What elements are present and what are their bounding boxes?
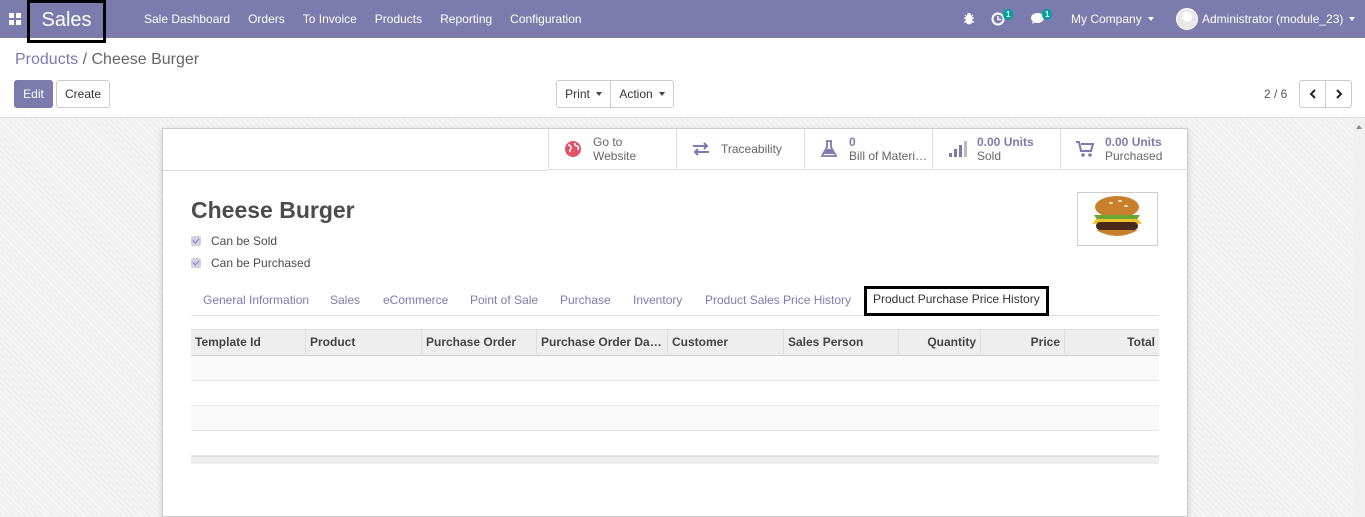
tab-product-sales-price-history[interactable]: Product Sales Price History: [705, 293, 851, 307]
menu-products[interactable]: Products: [375, 12, 422, 26]
chevron-left-icon: [1309, 89, 1316, 99]
product-name: Cheese Burger: [191, 197, 355, 223]
column-product[interactable]: Product: [306, 330, 422, 356]
menu-orders[interactable]: Orders: [248, 12, 285, 26]
menu-configuration[interactable]: Configuration: [510, 12, 581, 26]
product-image[interactable]: [1077, 192, 1158, 246]
breadcrumb: Products / Cheese Burger: [15, 51, 199, 69]
top-navbar: Sales Sale Dashboard Orders To Invoice P…: [0, 0, 1365, 43]
globe-icon: [565, 141, 581, 157]
print-dropdown[interactable]: Print: [556, 80, 611, 108]
pager-value[interactable]: 2 / 6: [1264, 87, 1287, 101]
action-label: Action: [619, 87, 653, 101]
main-menu: Sale Dashboard Orders To Invoice Product…: [144, 0, 600, 38]
company-name: My Company: [1071, 12, 1142, 26]
chevron-right-icon: [1335, 89, 1342, 99]
notebook-tabs: General Information Sales eCommerce Poin…: [191, 284, 1159, 316]
column-template-id[interactable]: Template Id: [191, 330, 306, 356]
units-sold-value: 0.00 Units: [977, 135, 1034, 149]
pager-next-button[interactable]: [1325, 80, 1352, 108]
column-quantity[interactable]: Quantity: [899, 330, 981, 356]
can-be-sold-checkbox[interactable]: [191, 236, 201, 246]
tab-purchase[interactable]: Purchase: [560, 293, 611, 307]
chevron-down-icon: [658, 92, 665, 96]
company-switcher[interactable]: My Company: [1071, 0, 1154, 38]
column-purchase-order[interactable]: Purchase Order: [422, 330, 537, 356]
create-button[interactable]: Create: [56, 80, 110, 108]
apps-grid-icon[interactable]: [9, 13, 21, 25]
units-purchased-label: Purchased: [1105, 149, 1163, 163]
vertical-scrollbar[interactable]: [1353, 118, 1365, 517]
shopping-cart-icon: [1076, 141, 1095, 157]
edit-button[interactable]: Edit: [14, 80, 53, 108]
menu-reporting[interactable]: Reporting: [440, 12, 492, 26]
messages-icon[interactable]: [1030, 0, 1045, 38]
units-purchased-button[interactable]: 0.00 Units Purchased: [1060, 129, 1188, 170]
tab-point-of-sale[interactable]: Point of Sale: [470, 293, 538, 307]
breadcrumb-products-link[interactable]: Products: [15, 51, 78, 68]
action-dropdown[interactable]: Action: [610, 80, 674, 108]
bill-of-materials-button[interactable]: 0 Bill of Materi…: [804, 129, 932, 170]
table-row: [191, 356, 1159, 381]
purchase-price-history-table: Template Id Product Purchase Order Purch…: [191, 329, 1159, 464]
traceability-button[interactable]: Traceability: [676, 129, 804, 170]
column-total[interactable]: Total: [1065, 330, 1159, 356]
avatar: [1176, 8, 1198, 30]
go-to-website-button[interactable]: Go to Website: [548, 129, 676, 170]
chevron-down-icon: [1349, 17, 1356, 21]
units-purchased-value: 0.00 Units: [1105, 135, 1162, 149]
column-purchase-order-date[interactable]: Purchase Order Dat…: [537, 330, 668, 356]
user-menu[interactable]: Administrator (module_23): [1176, 0, 1356, 38]
tab-inventory[interactable]: Inventory: [633, 293, 682, 307]
tab-product-purchase-price-history[interactable]: Product Purchase Price History: [864, 286, 1049, 316]
print-label: Print: [565, 87, 590, 101]
can-be-sold-label: Can be Sold: [211, 234, 278, 248]
bom-count: 0: [849, 135, 856, 149]
app-name[interactable]: Sales: [27, 0, 106, 43]
table-row: [191, 431, 1159, 456]
tab-ecommerce[interactable]: eCommerce: [383, 293, 448, 307]
tab-general-information[interactable]: General Information: [203, 293, 309, 307]
bug-icon[interactable]: [962, 0, 976, 38]
button-box-divider: [163, 170, 548, 171]
can-be-purchased-field[interactable]: Can be Purchased: [191, 256, 310, 270]
menu-sale-dashboard[interactable]: Sale Dashboard: [144, 12, 230, 26]
website-line2: Website: [593, 149, 637, 163]
activity-count-badge: 1: [1003, 9, 1014, 20]
pager-previous-button[interactable]: [1299, 80, 1326, 108]
menu-to-invoice[interactable]: To Invoice: [303, 12, 357, 26]
table-header: Template Id Product Purchase Order Purch…: [191, 329, 1159, 356]
tab-sales[interactable]: Sales: [330, 293, 360, 307]
column-sales-person[interactable]: Sales Person: [784, 330, 899, 356]
column-customer[interactable]: Customer: [668, 330, 784, 356]
message-count-badge: 1: [1042, 9, 1053, 20]
can-be-purchased-checkbox[interactable]: [191, 258, 201, 268]
burger-image: [1092, 196, 1142, 236]
form-sheet: Go to Website Traceability 0 Bill of Mater…: [162, 128, 1188, 517]
bom-label: Bill of Materi…: [849, 149, 928, 163]
signal-icon: [949, 141, 967, 157]
table-footer: [191, 456, 1159, 464]
traceability-label: Traceability: [721, 142, 782, 156]
can-be-sold-field[interactable]: Can be Sold: [191, 234, 277, 248]
breadcrumb-current: Cheese Burger: [91, 51, 200, 68]
website-line1: Go to: [593, 135, 623, 149]
chevron-down-icon: [1147, 17, 1154, 21]
exchange-icon: [693, 142, 709, 156]
user-name: Administrator (module_23): [1202, 12, 1344, 26]
table-row: [191, 406, 1159, 431]
activity-icon[interactable]: [991, 0, 1005, 38]
can-be-purchased-label: Can be Purchased: [211, 256, 311, 270]
breadcrumb-separator: /: [82, 51, 88, 68]
column-price[interactable]: Price: [981, 330, 1065, 356]
chevron-down-icon: [595, 92, 602, 96]
flask-icon: [820, 140, 838, 157]
units-sold-label: Sold: [977, 149, 1002, 163]
table-row: [191, 381, 1159, 406]
units-sold-button[interactable]: 0.00 Units Sold: [932, 129, 1060, 170]
